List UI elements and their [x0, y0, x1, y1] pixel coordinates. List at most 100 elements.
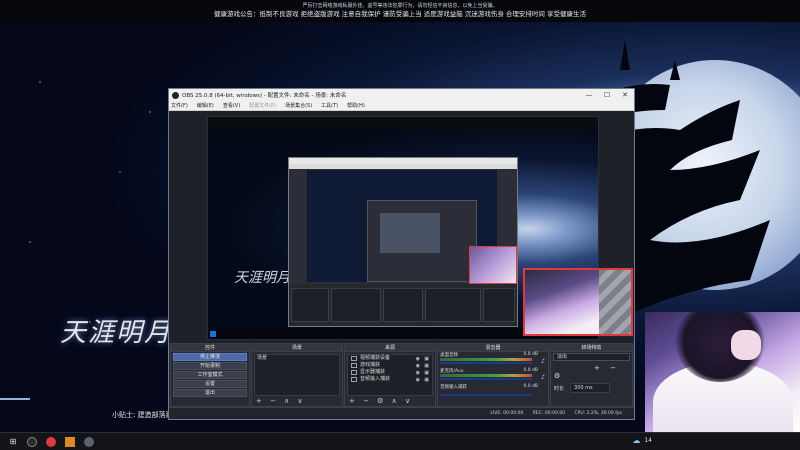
gamepad-icon — [351, 363, 357, 368]
duration-input[interactable]: 300 ms — [570, 383, 611, 393]
volume-meter — [440, 374, 532, 377]
maximize-button[interactable]: ☐ — [598, 91, 616, 99]
exit-button[interactable]: 退出 — [173, 389, 247, 397]
mixer-channel: 音频输入捕获 0.0 dB — [438, 384, 548, 400]
menu-view[interactable]: 查看(V) — [223, 102, 240, 109]
weather-cloud-icon[interactable]: ☁ — [632, 436, 640, 445]
nested-obs-window — [288, 157, 518, 327]
menu-help[interactable]: 帮助(H) — [347, 102, 365, 109]
game-notice-line-1: 严厉打击网络游戏私服外挂、盗号等违法犯罪行为，请勿轻信不良信息，以免上当受骗。 — [302, 3, 498, 9]
mixer-dock-header: 混音器 — [438, 344, 548, 352]
scenes-dock: 场景 场景 + − ∧ ∨ — [251, 343, 343, 407]
source-item[interactable]: 游戏捕获 ◉ ▣ — [348, 362, 432, 369]
sources-toolbar[interactable]: + − ⚙ ∧ ∨ — [349, 397, 413, 405]
volume-slider[interactable] — [440, 394, 532, 396]
obs-menu-bar: 文件(F) 编辑(E) 查看(V) 配置文件(P) 场景集合(S) 工具(T) … — [169, 101, 634, 111]
rec-status: REC: 00:00:00 — [532, 411, 566, 416]
obs-window[interactable]: OBS 25.0.8 (64-bit, windows) - 配置文件: 未命名… — [168, 88, 635, 420]
transitions-dock-header: 转场特效 — [551, 344, 632, 352]
volume-slider[interactable] — [440, 378, 532, 380]
speaker-icon[interactable]: ♪ — [541, 358, 545, 365]
menu-profile[interactable]: 配置文件(P) — [249, 102, 276, 109]
menu-scene-collection[interactable]: 场景集合(S) — [285, 102, 312, 109]
close-button[interactable]: ✕ — [616, 91, 634, 99]
monitor-icon — [351, 370, 357, 375]
game-notice-bar: 严厉打击网络游戏私服外挂、盗号等违法犯罪行为，请勿轻信不良信息，以免上当受骗。 … — [0, 0, 800, 22]
duration-label: 时长 — [554, 385, 565, 392]
preview-game-logo: 天涯明月 — [234, 270, 290, 286]
source-item[interactable]: 音频输入捕获 ◉ ▣ — [348, 376, 432, 383]
transition-controls: + − ⚙ — [554, 364, 632, 380]
source-label: 显示器捕获 — [360, 369, 386, 375]
weather-temperature: 14 — [644, 437, 652, 444]
eye-icon[interactable]: ◉ — [416, 377, 420, 384]
loading-line — [0, 398, 30, 400]
obs-taskbar-icon[interactable] — [26, 436, 38, 448]
stop-streaming-button[interactable]: 停止推流 — [173, 353, 247, 361]
settings-button[interactable]: 设置 — [173, 380, 247, 388]
nested-webcam — [469, 246, 517, 284]
sources-dock-header: 来源 — [345, 344, 435, 352]
transition-type-select[interactable]: 淡出 — [553, 353, 630, 361]
mixer-channel-name: 音频输入捕获 — [440, 385, 467, 390]
webcam-person — [525, 270, 599, 334]
obs-title-bar[interactable]: OBS 25.0.8 (64-bit, windows) - 配置文件: 未命名… — [169, 89, 634, 101]
webcam-background — [599, 270, 631, 334]
source-label: 视频捕获设备 — [360, 355, 391, 361]
nested-dock-sources — [383, 288, 423, 322]
speaker-icon[interactable]: ♪ — [541, 374, 545, 381]
scenes-dock-header: 场景 — [252, 344, 342, 352]
game-taskbar-icon[interactable] — [64, 436, 76, 448]
menu-edit[interactable]: 编辑(E) — [197, 102, 214, 109]
mixer-channel: 桌面音频 0.0 dB ♪ — [438, 352, 548, 368]
obs-status-bar: LIVE: 00:00:00 REC: 00:00:00 CPU: 2.2%, … — [169, 407, 634, 419]
camera-icon — [351, 356, 357, 361]
source-item[interactable]: 视频捕获设备 ◉ ▣ — [348, 355, 432, 362]
microphone-icon — [351, 377, 357, 382]
cpu-status: CPU: 2.2%, 30.00 fps — [574, 411, 623, 416]
taskbar-tray: ☁ 14 — [632, 436, 652, 445]
game-tip-text: 小贴士: 建造部落建 — [112, 411, 173, 419]
menu-tools[interactable]: 工具(T) — [321, 102, 338, 109]
obs-docks: 控件 停止推流 开始录制 工作室模式 设置 退出 场景 场景 + − ∧ ∨ 来… — [169, 343, 634, 407]
mixer-channel-db: 0.0 dB — [523, 384, 538, 389]
nested-dock-mixer — [425, 288, 481, 322]
game-notice-line-2: 健康游戏公告：抵制不良游戏 拒绝盗版游戏 注意自我保护 谨防受骗上当 适度游戏益… — [214, 10, 586, 18]
mixer-channel: 麦克风/Aux 0.0 dB ♪ — [438, 368, 548, 384]
start-recording-button[interactable]: 开始录制 — [173, 362, 247, 370]
mixer-dock: 混音器 桌面音频 0.0 dB ♪ 麦克风/Aux 0.0 dB ♪ 音频输入捕… — [437, 343, 549, 407]
weibo-taskbar-icon[interactable] — [45, 436, 57, 448]
webcam-source-selected[interactable] — [523, 268, 633, 336]
controls-dock: 控件 停止推流 开始录制 工作室模式 设置 退出 — [170, 343, 250, 407]
sources-dock: 来源 视频捕获设备 ◉ ▣ 游戏捕获 ◉ ▣ 显示器捕获 ◉ ▣ 音频输入捕获 ◉ ▣ + − … — [344, 343, 436, 407]
mixer-channel-db: 0.0 dB — [523, 352, 538, 357]
volume-slider[interactable] — [440, 362, 532, 364]
nested-menu-bar — [289, 164, 517, 169]
windows-start-icon[interactable]: ⊞ — [7, 436, 19, 448]
nested-docks — [289, 284, 517, 326]
minimize-button[interactable]: — — [580, 91, 598, 99]
menu-file[interactable]: 文件(F) — [171, 102, 188, 109]
game-logo: 天涯明月 — [60, 318, 173, 348]
streamer-face — [731, 330, 761, 360]
controls-dock-header: 控件 — [171, 344, 249, 352]
scenes-list[interactable]: 场景 — [254, 354, 340, 396]
lock-icon[interactable]: ▣ — [424, 377, 429, 384]
nested-dock-controls — [291, 288, 329, 322]
transition-add-remove[interactable]: + − ⚙ — [554, 364, 620, 380]
scenes-toolbar[interactable]: + − ∧ ∨ — [256, 397, 306, 405]
sources-list[interactable]: 视频捕获设备 ◉ ▣ 游戏捕获 ◉ ▣ 显示器捕获 ◉ ▣ 音频输入捕获 ◉ ▣ — [347, 354, 433, 396]
app-taskbar-icon[interactable] — [83, 436, 95, 448]
obs-app-icon — [172, 91, 179, 99]
source-item[interactable]: 显示器捕获 ◉ ▣ — [348, 369, 432, 376]
obs-window-title: OBS 25.0.8 (64-bit, windows) - 配置文件: 未命名… — [182, 93, 347, 99]
studio-mode-button[interactable]: 工作室模式 — [173, 371, 247, 379]
preview-taskbar-icon — [210, 331, 216, 337]
transition-duration-row: 时长 300 ms — [554, 383, 632, 393]
nested-dock-transitions — [483, 288, 515, 322]
streamer-webcam — [645, 312, 800, 432]
nested-inner-preview — [380, 213, 440, 253]
scene-item[interactable]: 场景 — [255, 355, 339, 362]
nested-dock-scenes — [331, 288, 381, 322]
preview-notice-bar — [208, 117, 598, 129]
